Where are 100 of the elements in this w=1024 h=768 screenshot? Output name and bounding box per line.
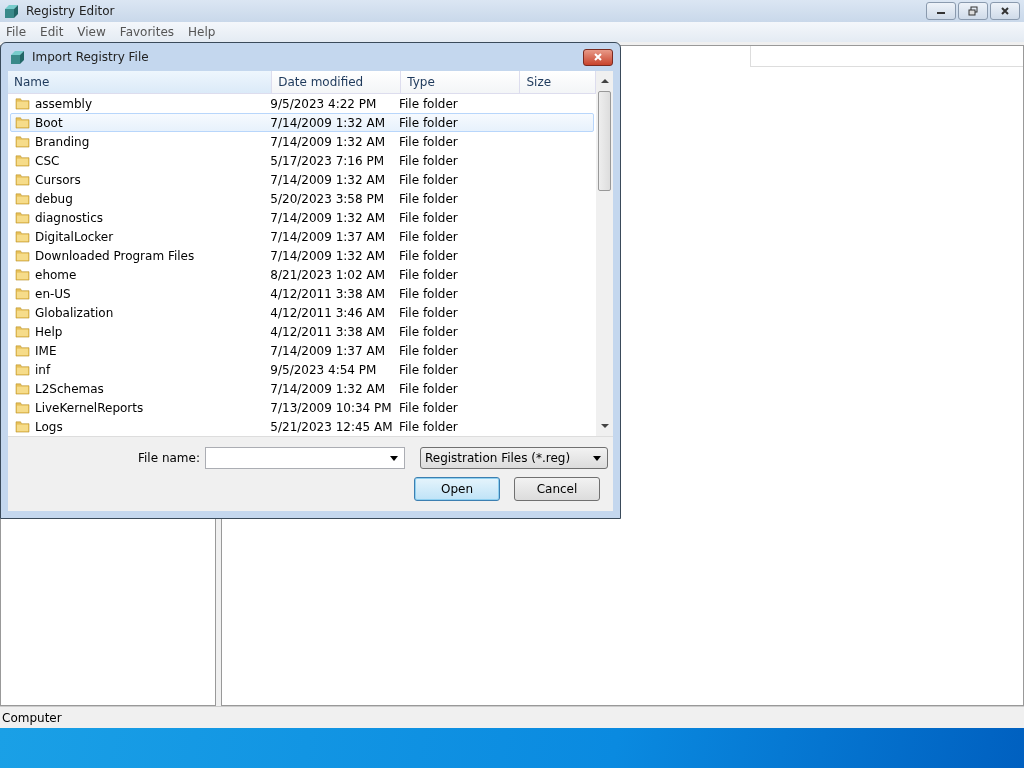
file-name: Branding (35, 134, 90, 149)
file-name: Logs (35, 419, 63, 434)
scrollbar-thumb[interactable] (598, 91, 611, 191)
restore-icon (967, 6, 979, 16)
folder-icon (15, 135, 30, 148)
registry-app-icon (10, 49, 26, 65)
file-row[interactable]: LiveKernelReports 7/13/2009 10:34 PM File folder (10, 398, 594, 417)
date-cell: 7/14/2009 1:37 AM (270, 229, 385, 244)
menu-item[interactable]: Favorites (119, 25, 175, 39)
file-name: DigitalLocker (35, 229, 114, 244)
type-cell: File folder (399, 324, 458, 339)
folder-icon (15, 116, 30, 129)
folder-icon (15, 192, 30, 205)
type-cell: File folder (399, 362, 458, 377)
file-row[interactable]: diagnostics 7/14/2009 1:32 AM File folder (10, 208, 594, 227)
date-cell: 4/12/2011 3:38 AM (270, 286, 385, 301)
scroll-up-icon[interactable] (600, 78, 609, 84)
file-row[interactable]: Branding 7/14/2009 1:32 AM File folder (10, 132, 594, 151)
date-cell: 7/14/2009 1:32 AM (270, 381, 385, 396)
type-cell: File folder (399, 210, 458, 225)
date-cell: 9/5/2023 4:54 PM (270, 362, 377, 377)
type-cell: File folder (399, 134, 458, 149)
date-cell: 4/12/2011 3:38 AM (270, 324, 385, 339)
minimize-button[interactable] (926, 2, 956, 20)
file-row[interactable]: CSC 5/17/2023 7:16 PM File folder (10, 151, 594, 170)
folder-icon (15, 154, 30, 167)
dialog-button[interactable]: Cancel (514, 477, 600, 501)
type-cell: File folder (399, 305, 458, 320)
date-cell: 7/14/2009 1:32 AM (270, 210, 385, 225)
date-cell: 7/14/2009 1:32 AM (270, 134, 385, 149)
column-header[interactable]: Name (8, 71, 273, 93)
type-cell: File folder (399, 381, 458, 396)
file-row[interactable]: Cursors 7/14/2009 1:32 AM File folder (10, 170, 594, 189)
dialog-button[interactable]: Open (414, 477, 500, 501)
menu-item[interactable]: View (77, 25, 106, 39)
file-name: L2Schemas (35, 381, 104, 396)
window-title: Registry Editor (26, 4, 115, 18)
file-name: assembly (35, 96, 92, 111)
file-type-dropdown[interactable]: Registration Files (*.reg) (419, 447, 608, 469)
folder-icon (15, 382, 30, 395)
file-row[interactable]: Downloaded Program Files 7/14/2009 1:32 AM File folder (10, 246, 594, 265)
caret-icon (389, 455, 398, 461)
vertical-scrollbar[interactable] (596, 71, 613, 436)
file-name: Help (35, 324, 63, 339)
file-name: Globalization (35, 305, 114, 320)
type-cell: File folder (399, 229, 458, 244)
close-button[interactable] (583, 48, 613, 66)
folder-icon (15, 401, 30, 414)
date-cell: 7/14/2009 1:32 AM (270, 115, 385, 130)
file-row[interactable]: en-US 4/12/2011 3:38 AM File folder (10, 284, 594, 303)
file-row[interactable]: Globalization 4/12/2011 3:46 AM File folder (10, 303, 594, 322)
folder-icon (15, 97, 30, 110)
file-name-label: File name: (138, 451, 200, 465)
file-row[interactable]: Boot 7/14/2009 1:32 AM File folder (10, 113, 594, 132)
file-row[interactable]: Help 4/12/2011 3:38 AM File folder (10, 322, 594, 341)
column-header[interactable]: Date modified (272, 71, 402, 93)
type-cell: File folder (399, 153, 458, 168)
folder-icon (15, 249, 30, 262)
type-cell: File folder (399, 267, 458, 282)
menu-item[interactable]: Edit (40, 25, 64, 39)
file-name: IME (35, 343, 57, 358)
type-cell: File folder (399, 191, 458, 206)
menu-item[interactable]: Help (188, 25, 216, 39)
file-row[interactable]: L2Schemas 7/14/2009 1:32 AM File folder (10, 379, 594, 398)
file-row[interactable]: IME 7/14/2009 1:37 AM File folder (10, 341, 594, 360)
registry-app-icon (4, 3, 20, 19)
file-name: inf (35, 362, 51, 377)
file-row[interactable]: ehome 8/21/2023 1:02 AM File folder (10, 265, 594, 284)
close-button[interactable] (990, 2, 1020, 20)
folder-icon (15, 420, 30, 433)
folder-icon (15, 230, 30, 243)
file-name: LiveKernelReports (35, 400, 144, 415)
date-cell: 5/21/2023 12:45 AM (270, 419, 393, 434)
date-cell: 5/20/2023 3:58 PM (270, 191, 385, 206)
column-header[interactable]: Type (401, 71, 521, 93)
file-name: en-US (35, 286, 71, 301)
date-cell: 7/14/2009 1:32 AM (270, 172, 385, 187)
close-icon (999, 6, 1011, 16)
file-row[interactable]: DigitalLocker 7/14/2009 1:37 AM File folder (10, 227, 594, 246)
date-cell: 7/13/2009 10:34 PM (270, 400, 392, 415)
type-cell: File folder (399, 115, 458, 130)
file-name: Cursors (35, 172, 81, 187)
folder-icon (15, 211, 30, 224)
file-row[interactable]: inf 9/5/2023 4:54 PM File folder (10, 360, 594, 379)
file-name-field[interactable] (204, 447, 405, 469)
type-cell: File folder (399, 419, 458, 434)
menu-item[interactable]: File (6, 25, 27, 39)
date-cell: 7/14/2009 1:37 AM (270, 343, 385, 358)
folder-icon (15, 363, 30, 376)
file-row[interactable]: Logs 5/21/2023 12:45 AM File folder (10, 417, 594, 436)
type-cell: File folder (399, 248, 458, 263)
file-name: diagnostics (35, 210, 103, 225)
folder-icon (15, 306, 30, 319)
file-row[interactable]: assembly 9/5/2023 4:22 PM File folder (10, 94, 594, 113)
file-name: ehome (35, 267, 77, 282)
file-row[interactable]: debug 5/20/2023 3:58 PM File folder (10, 189, 594, 208)
caret-icon (592, 455, 601, 461)
type-cell: File folder (399, 172, 458, 187)
type-cell: File folder (399, 343, 458, 358)
scroll-down-icon[interactable] (600, 423, 609, 429)
